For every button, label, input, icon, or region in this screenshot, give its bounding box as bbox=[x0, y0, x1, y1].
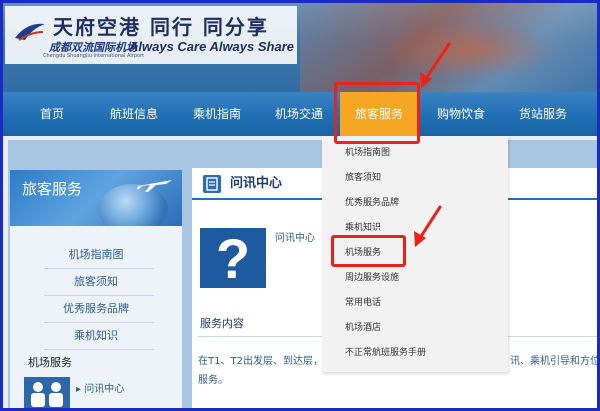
sidebar-link-service-brand[interactable]: 优秀服务品牌 bbox=[10, 302, 182, 316]
page-title: 问讯中心 bbox=[230, 176, 283, 191]
service-description-line1: 在T1、T2出发层、到达层，T2 bbox=[198, 356, 336, 367]
service-content-heading: 服务内容 bbox=[200, 317, 244, 330]
dropdown-item-nearby-facilities[interactable]: 周边服务设施 bbox=[345, 273, 399, 284]
service-description-line1-end: 讯、乘机引导和方位指 bbox=[510, 356, 600, 367]
service-description-line2: 服务。 bbox=[198, 375, 228, 386]
sidebar-sublink-info-center[interactable]: ▸ 问讯中心 bbox=[76, 384, 124, 396]
dropdown-item-passenger-notice[interactable]: 旅客须知 bbox=[345, 173, 381, 184]
sidebar-banner: 旅客服务 bbox=[10, 170, 182, 226]
airplane-icon bbox=[137, 180, 172, 192]
sidebar-link-boarding-knowledge[interactable]: 乘机知识 bbox=[10, 329, 182, 343]
logo-slogan-english: Always Care Always Share bbox=[129, 39, 294, 54]
sidebar-divider bbox=[44, 322, 154, 323]
highlight-box-dropdown-item bbox=[331, 235, 406, 267]
header-banner-glow bbox=[380, 20, 560, 80]
airport-logo-icon bbox=[15, 23, 45, 41]
nav-item-flight-info[interactable]: 航班信息 bbox=[100, 92, 168, 136]
sidebar-title: 旅客服务 bbox=[22, 180, 83, 198]
sidebar-section-airport-service[interactable]: 机场服务 bbox=[28, 356, 72, 370]
nav-item-cargo-service[interactable]: 货站服务 bbox=[510, 92, 576, 136]
sidebar-link-airport-map[interactable]: 机场指南图 bbox=[10, 248, 182, 262]
dropdown-item-common-phone[interactable]: 常用电话 bbox=[345, 298, 381, 309]
logo-slogan-chinese: 天府空港 同行 同分享 bbox=[53, 15, 269, 39]
sidebar-divider bbox=[44, 349, 154, 350]
main-nav: 首页 航班信息 乘机指南 机场交通 旅客服务 购物饮食 货站服务 bbox=[0, 92, 600, 136]
dropdown-item-boarding-knowledge[interactable]: 乘机知识 bbox=[345, 223, 381, 234]
highlight-box-nav bbox=[334, 82, 420, 144]
document-icon bbox=[203, 175, 221, 193]
sidebar-link-passenger-notice[interactable]: 旅客须知 bbox=[10, 275, 182, 289]
dropdown-item-airport-hotel[interactable]: 机场酒店 bbox=[345, 323, 381, 334]
nav-item-airport-transport[interactable]: 机场交通 bbox=[266, 92, 332, 136]
site-logo[interactable]: 天府空港 同行 同分享 成都双流国际机场 Chengdu Shuangliu I… bbox=[5, 6, 297, 64]
sidebar-divider bbox=[44, 268, 154, 269]
dropdown-item-irregular-flight-handbook[interactable]: 不正常航班服务手册 bbox=[345, 348, 426, 359]
question-mark-icon: ? bbox=[200, 228, 266, 290]
sidebar-divider bbox=[44, 295, 154, 296]
dropdown-item-service-brand[interactable]: 优秀服务品牌 bbox=[345, 198, 399, 209]
nav-item-shopping-dining[interactable]: 购物饮食 bbox=[428, 92, 494, 136]
people-icon bbox=[24, 377, 70, 411]
site-header: 天府空港 同行 同分享 成都双流国际机场 Chengdu Shuangliu I… bbox=[0, 0, 600, 92]
info-center-caption: 问讯中心 bbox=[275, 233, 315, 244]
nav-item-boarding-guide[interactable]: 乘机指南 bbox=[184, 92, 250, 136]
dropdown-item-airport-map[interactable]: 机场指南图 bbox=[345, 148, 390, 159]
nav-item-home[interactable]: 首页 bbox=[22, 92, 82, 136]
sidebar-sublink-label: 问讯中心 bbox=[84, 384, 125, 395]
